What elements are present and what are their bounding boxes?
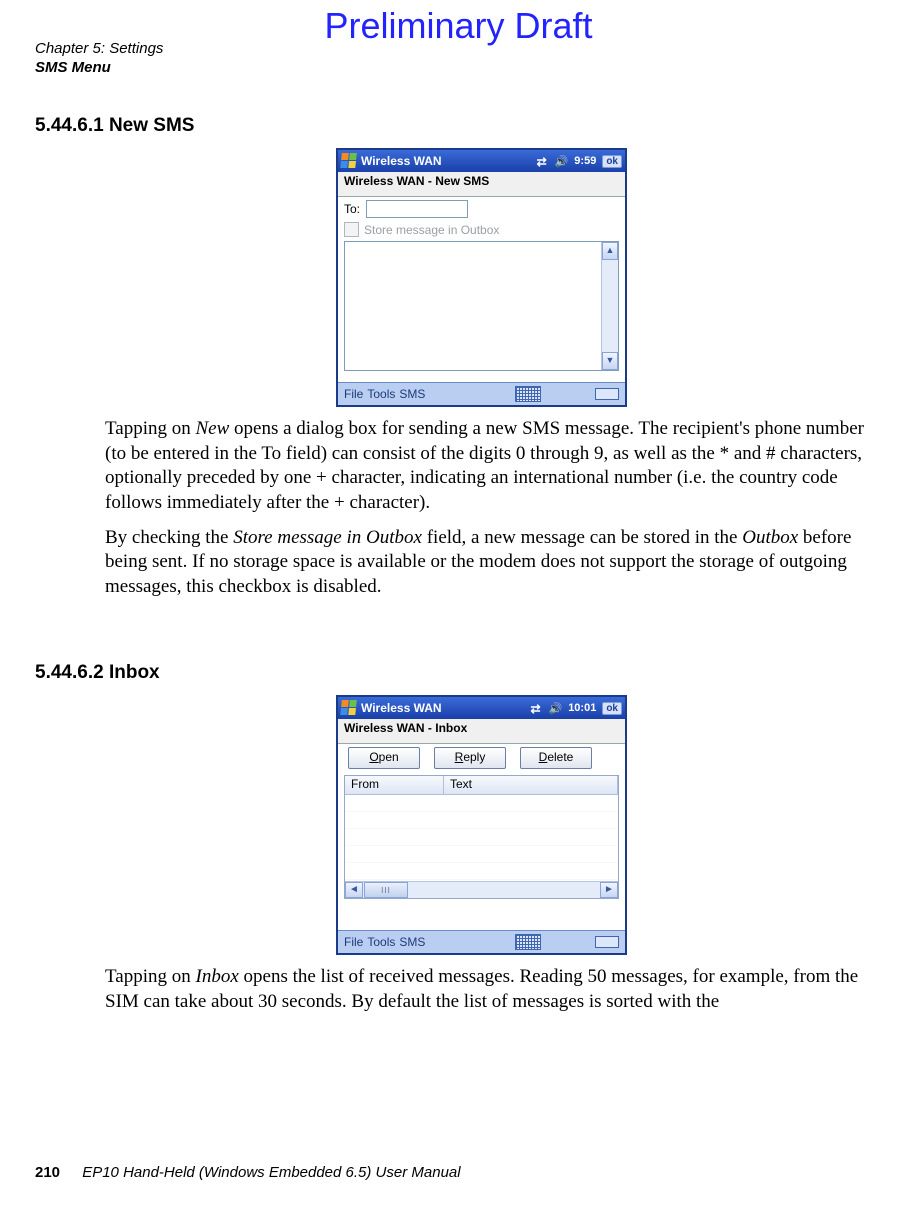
- reply-button[interactable]: Reply: [434, 747, 506, 769]
- menu-sms[interactable]: SMS: [399, 935, 425, 949]
- section-heading-new-sms: 5.44.6.1 New SMS: [35, 115, 194, 137]
- page-footer: 210 EP10 Hand-Held (Windows Embedded 6.5…: [35, 1164, 461, 1181]
- horizontal-scrollbar[interactable]: ◄ III ►: [345, 881, 618, 898]
- message-textarea[interactable]: ▲ ▼: [344, 241, 619, 371]
- windows-flag-icon: [340, 700, 358, 716]
- column-header-from[interactable]: From: [345, 776, 444, 794]
- titlebar-title: Wireless WAN: [361, 154, 537, 168]
- column-header-text[interactable]: Text: [444, 776, 618, 794]
- store-outbox-checkbox[interactable]: [344, 222, 359, 237]
- titlebar-title: Wireless WAN: [361, 701, 530, 715]
- keyboard-icon[interactable]: [515, 934, 541, 950]
- titlebar: Wireless WAN 10:01 ok: [338, 697, 625, 719]
- ok-button[interactable]: ok: [602, 702, 622, 715]
- ok-button[interactable]: ok: [602, 155, 622, 168]
- screenshot-new-sms: Wireless WAN 9:59 ok Wireless WAN - New …: [336, 148, 627, 407]
- keyboard-icon[interactable]: [515, 386, 541, 402]
- header-chapter: Chapter 5: Settings: [35, 40, 163, 59]
- table-rows-empty: [345, 795, 618, 881]
- screenshot-inbox: Wireless WAN 10:01 ok Wireless WAN - Inb…: [336, 695, 627, 955]
- connectivity-icon: [530, 702, 542, 714]
- menubar: File Tools SMS: [338, 382, 625, 405]
- menu-tools[interactable]: Tools: [367, 387, 395, 401]
- section-heading-inbox: 5.44.6.2 Inbox: [35, 662, 160, 684]
- delete-button[interactable]: Delete: [520, 747, 592, 769]
- connectivity-icon: [537, 155, 549, 167]
- inbox-table: From Text ◄ III ►: [344, 775, 619, 899]
- sip-icon[interactable]: [595, 936, 619, 948]
- header-section: SMS Menu: [35, 59, 163, 78]
- scroll-right-icon[interactable]: ►: [600, 882, 618, 898]
- vertical-scrollbar[interactable]: ▲ ▼: [601, 242, 618, 370]
- to-label: To:: [344, 202, 360, 216]
- menu-sms[interactable]: SMS: [399, 387, 425, 401]
- running-header: Chapter 5: Settings SMS Menu: [35, 40, 163, 78]
- speaker-icon: [555, 155, 569, 168]
- scroll-down-icon[interactable]: ▼: [602, 352, 618, 370]
- speaker-icon: [548, 702, 562, 715]
- page-number: 210: [35, 1164, 60, 1181]
- menubar: File Tools SMS: [338, 930, 625, 953]
- footer-title: EP10 Hand-Held (Windows Embedded 6.5) Us…: [82, 1164, 460, 1181]
- menu-file[interactable]: File: [344, 935, 363, 949]
- body-paragraphs-2: Tapping on Inbox opens the list of recei…: [105, 965, 880, 1024]
- to-input[interactable]: [366, 200, 468, 218]
- sip-icon[interactable]: [595, 388, 619, 400]
- body-paragraphs-1: Tapping on New opens a dialog box for se…: [105, 417, 880, 610]
- titlebar-time: 9:59: [574, 155, 596, 167]
- titlebar: Wireless WAN 9:59 ok: [338, 150, 625, 172]
- scroll-left-icon[interactable]: ◄: [345, 882, 363, 898]
- windows-flag-icon: [340, 153, 358, 169]
- titlebar-time: 10:01: [568, 702, 596, 714]
- menu-tools[interactable]: Tools: [367, 935, 395, 949]
- scroll-up-icon[interactable]: ▲: [602, 242, 618, 260]
- open-button[interactable]: Open: [348, 747, 420, 769]
- scroll-thumb[interactable]: III: [364, 882, 408, 898]
- store-outbox-label: Store message in Outbox: [364, 223, 499, 237]
- menu-file[interactable]: File: [344, 387, 363, 401]
